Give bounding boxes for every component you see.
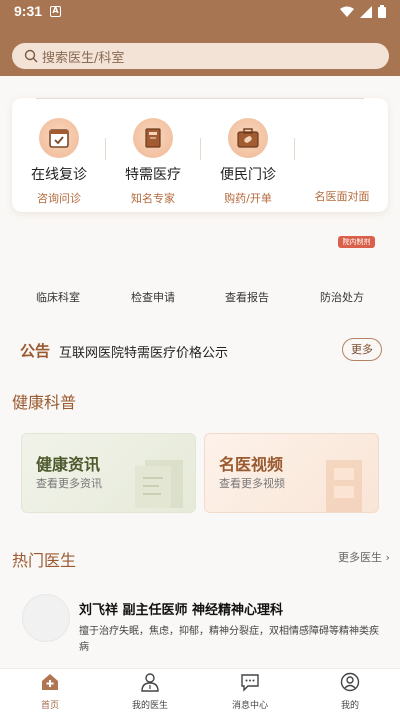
tab-label: 我的 [340, 701, 359, 711]
service-famous-doctor[interactable]: 名医面对面 [295, 118, 389, 204]
book-icon [133, 118, 173, 158]
search-placeholder: 搜索医生/科室 [42, 50, 125, 66]
message-icon [241, 674, 259, 692]
notice-label: 公告 [20, 342, 51, 360]
home-icon [42, 674, 58, 690]
search-bar[interactable]: 搜索医生/科室 [12, 43, 389, 69]
search-icon [24, 49, 38, 63]
tab-my-doctor[interactable]: 我的医生 [110, 672, 190, 711]
doctor-avatar[interactable] [22, 594, 70, 642]
battery-icon [378, 5, 386, 18]
service-online-revisit[interactable]: 在线复诊 咨询问诊 [12, 118, 106, 206]
tab-home[interactable]: 首页 [10, 672, 90, 711]
hot-doctors-title: 热门医生 [12, 551, 77, 570]
notice-more-button[interactable]: 更多 [342, 338, 382, 361]
service-subtitle: 购药/开单 [224, 192, 272, 205]
status-icons [340, 5, 386, 18]
tab-label: 消息中心 [231, 701, 268, 711]
user-icon [340, 672, 360, 692]
service-subtitle: 咨询问诊 [37, 192, 81, 205]
clipboard-check-icon [39, 118, 79, 158]
inhouse-badge: 院内制剂 [338, 236, 375, 248]
card-title: 健康资讯 [36, 455, 101, 474]
status-time: 9:31 [14, 3, 43, 19]
film-icon [326, 460, 362, 512]
service-special-care[interactable]: 特需医疗 知名专家 [106, 118, 200, 206]
famous-doctor-video-card[interactable]: 名医视频 查看更多视频 [204, 433, 379, 513]
card-subtitle: 查看更多视频 [219, 477, 285, 490]
tab-messages[interactable]: 消息中心 [210, 672, 290, 711]
tab-label: 首页 [40, 701, 59, 711]
service-title: 便民门诊 [220, 167, 276, 183]
doctor-description: 擅于治疗失眠，焦虑，抑郁，精神分裂症，双相情感障碍等精神类疾病 [79, 626, 379, 653]
doctor-icon [141, 673, 159, 692]
medicine-kit-icon [228, 118, 268, 158]
health-news-card[interactable]: 健康资讯 查看更多资讯 [21, 433, 196, 513]
header-bar: 9:31 A 搜索医生/科室 [0, 0, 400, 76]
tab-profile[interactable]: 我的 [310, 672, 390, 711]
quick-link-exam-request[interactable]: 检查申请 [113, 289, 193, 305]
status-bar: 9:31 A [0, 0, 400, 26]
service-card: 在线复诊 咨询问诊 特需医疗 知名专家 便民门诊 购药/开单 名医面对面 [12, 98, 388, 212]
card-title: 名医视频 [219, 455, 284, 474]
bottom-tab-bar: 首页 我的医生 消息中心 我的 [0, 668, 400, 712]
service-title: 在线复诊 [31, 167, 87, 183]
service-title: 特需医疗 [125, 167, 181, 183]
document-icon [135, 460, 183, 508]
more-doctors-link[interactable]: 更多医生 › [338, 549, 390, 565]
tab-label: 我的医生 [131, 701, 168, 711]
signal-icon [360, 5, 372, 18]
doctor-name[interactable]: 刘飞祥 副主任医师 神经精神心理科 [79, 599, 283, 618]
card-subtitle: 查看更多资讯 [36, 477, 102, 490]
service-convenience-clinic[interactable]: 便民门诊 购药/开单 [201, 118, 295, 206]
health-section-title: 健康科普 [12, 393, 77, 412]
wifi-icon [340, 6, 354, 17]
service-subtitle: 名医面对面 [314, 190, 370, 203]
service-subtitle: 知名专家 [131, 192, 175, 205]
notice-text[interactable]: 互联网医院特需医疗价格公示 [59, 342, 228, 361]
notification-icon: A [50, 6, 61, 17]
quick-link-clinical-dept[interactable]: 临床科室 [18, 289, 98, 305]
quick-link-prescription[interactable]: 防治处方 [302, 289, 382, 305]
card-divider [36, 98, 364, 99]
quick-link-view-report[interactable]: 查看报告 [207, 289, 287, 305]
